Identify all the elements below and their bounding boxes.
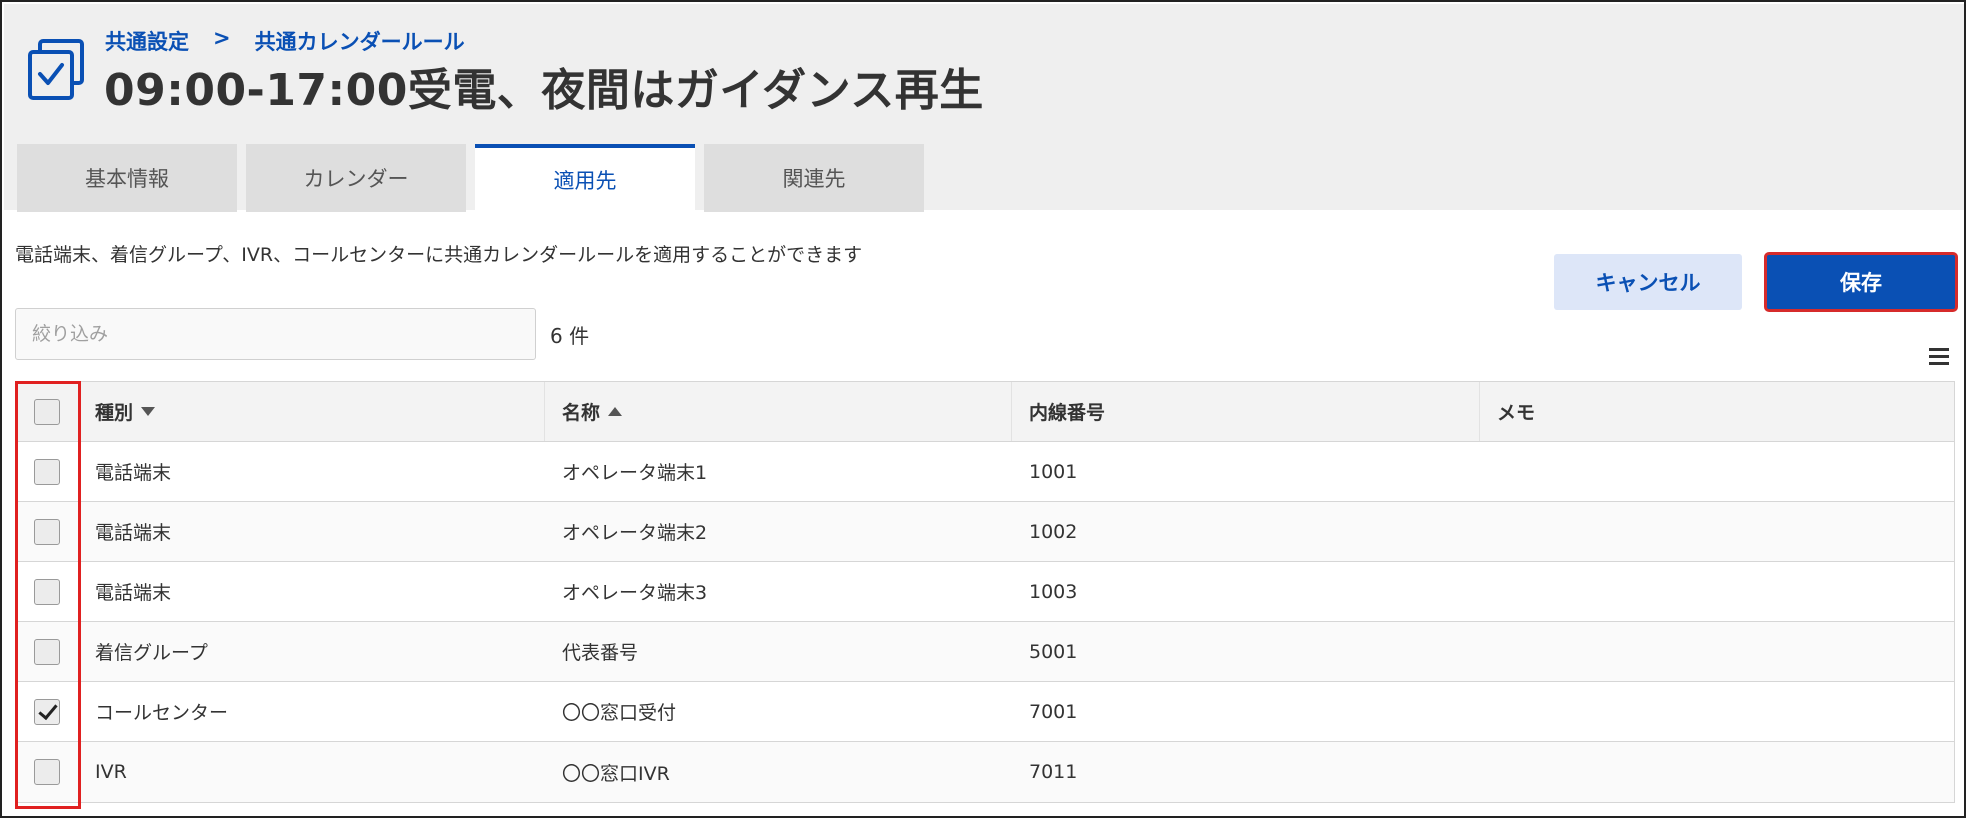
cancel-button[interactable]: キャンセル [1554, 254, 1742, 310]
row-check-cell [16, 562, 78, 621]
row-extension: 7001 [1029, 700, 1078, 723]
row-type: 着信グループ [95, 642, 208, 664]
description-text: 電話端末、着信グループ、IVR、コールセンターに共通カレンダールールを適用するこ… [15, 244, 863, 266]
tab-bar: 基本情報 カレンダー 適用先 関連先 [17, 144, 924, 212]
table-row[interactable]: 電話端末 オペレータ端末2 1002 [16, 502, 1954, 562]
breadcrumb-separator: > [213, 26, 231, 50]
table-row[interactable]: コールセンター 〇〇窓口受付 7001 [16, 682, 1954, 742]
row-extension: 1001 [1029, 460, 1078, 483]
row-check-cell [16, 442, 78, 501]
table-header-row: 種別 名称 内線番号 メモ [16, 382, 1954, 442]
row-extension: 7011 [1029, 761, 1078, 783]
row-checkbox[interactable] [34, 759, 60, 785]
breadcrumb-common-settings[interactable]: 共通設定 [105, 26, 189, 56]
row-checkbox[interactable] [34, 458, 60, 485]
breadcrumb: 共通設定 > 共通カレンダールール [105, 26, 465, 56]
row-check-cell [16, 682, 78, 741]
row-memo [1480, 682, 1954, 741]
row-name: 〇〇窓口受付 [562, 702, 677, 724]
targets-table: 種別 名称 内線番号 メモ 電話端末 オペレータ端末1 1001 電話端末 オペ… [15, 381, 1955, 803]
row-memo [1480, 442, 1954, 501]
column-header-memo[interactable]: メモ [1480, 382, 1954, 441]
row-check-cell [16, 742, 78, 802]
sort-up-icon [608, 407, 623, 416]
row-checkbox[interactable] [34, 578, 60, 605]
tab-calendar[interactable]: カレンダー [246, 144, 466, 212]
hamburger-menu-icon[interactable] [1929, 348, 1949, 368]
breadcrumb-common-calendar-rule[interactable]: 共通カレンダールール [255, 26, 465, 56]
window-frame: 共通設定 > 共通カレンダールール 09:00-17:00受電、夜間はガイダンス… [0, 0, 1966, 818]
select-all-cell [16, 382, 78, 441]
tab-targets[interactable]: 適用先 [475, 144, 695, 212]
row-checkbox[interactable] [34, 698, 60, 725]
tab-related[interactable]: 関連先 [704, 144, 924, 212]
row-extension: 1002 [1029, 520, 1078, 543]
result-count: 6 件 [550, 324, 590, 348]
table-row[interactable]: 電話端末 オペレータ端末1 1001 [16, 442, 1954, 502]
page-header: 共通設定 > 共通カレンダールール 09:00-17:00受電、夜間はガイダンス… [4, 4, 1964, 212]
row-memo [1480, 502, 1954, 561]
checkbox-document-icon [28, 39, 84, 100]
tab-basic-info[interactable]: 基本情報 [17, 144, 237, 212]
sort-down-icon [141, 407, 156, 416]
column-header-name-label: 名称 [562, 402, 601, 424]
table-row[interactable]: IVR 〇〇窓口IVR 7011 [16, 742, 1954, 802]
row-name: オペレータ端末2 [562, 522, 708, 544]
select-all-checkbox[interactable] [34, 398, 60, 425]
row-type: 電話端末 [95, 522, 172, 544]
row-type: IVR [95, 761, 127, 783]
row-name: オペレータ端末1 [562, 462, 708, 484]
row-extension: 1003 [1029, 580, 1078, 603]
column-header-extension-label: 内線番号 [1029, 402, 1106, 424]
column-header-type[interactable]: 種別 [78, 382, 545, 441]
row-type: コールセンター [95, 702, 229, 724]
row-checkbox[interactable] [34, 638, 60, 665]
column-header-memo-label: メモ [1497, 402, 1536, 424]
row-type: 電話端末 [95, 582, 172, 604]
row-name: オペレータ端末3 [562, 582, 708, 604]
row-memo [1480, 562, 1954, 621]
row-check-cell [16, 622, 78, 681]
row-name: 〇〇窓口IVR [562, 762, 670, 785]
row-memo [1480, 742, 1954, 802]
row-name: 代表番号 [562, 642, 639, 664]
column-header-type-label: 種別 [95, 402, 134, 424]
column-header-extension[interactable]: 内線番号 [1012, 382, 1480, 441]
row-checkbox[interactable] [34, 518, 60, 545]
row-memo [1480, 622, 1954, 681]
save-button[interactable]: 保存 [1764, 252, 1958, 312]
filter-input[interactable] [15, 308, 536, 360]
column-header-name[interactable]: 名称 [545, 382, 1012, 441]
table-row[interactable]: 電話端末 オペレータ端末3 1003 [16, 562, 1954, 622]
row-type: 電話端末 [95, 462, 172, 484]
page-title: 09:00-17:00受電、夜間はガイダンス再生 [104, 65, 984, 116]
row-check-cell [16, 502, 78, 561]
table-row[interactable]: 着信グループ 代表番号 5001 [16, 622, 1954, 682]
row-extension: 5001 [1029, 640, 1078, 663]
